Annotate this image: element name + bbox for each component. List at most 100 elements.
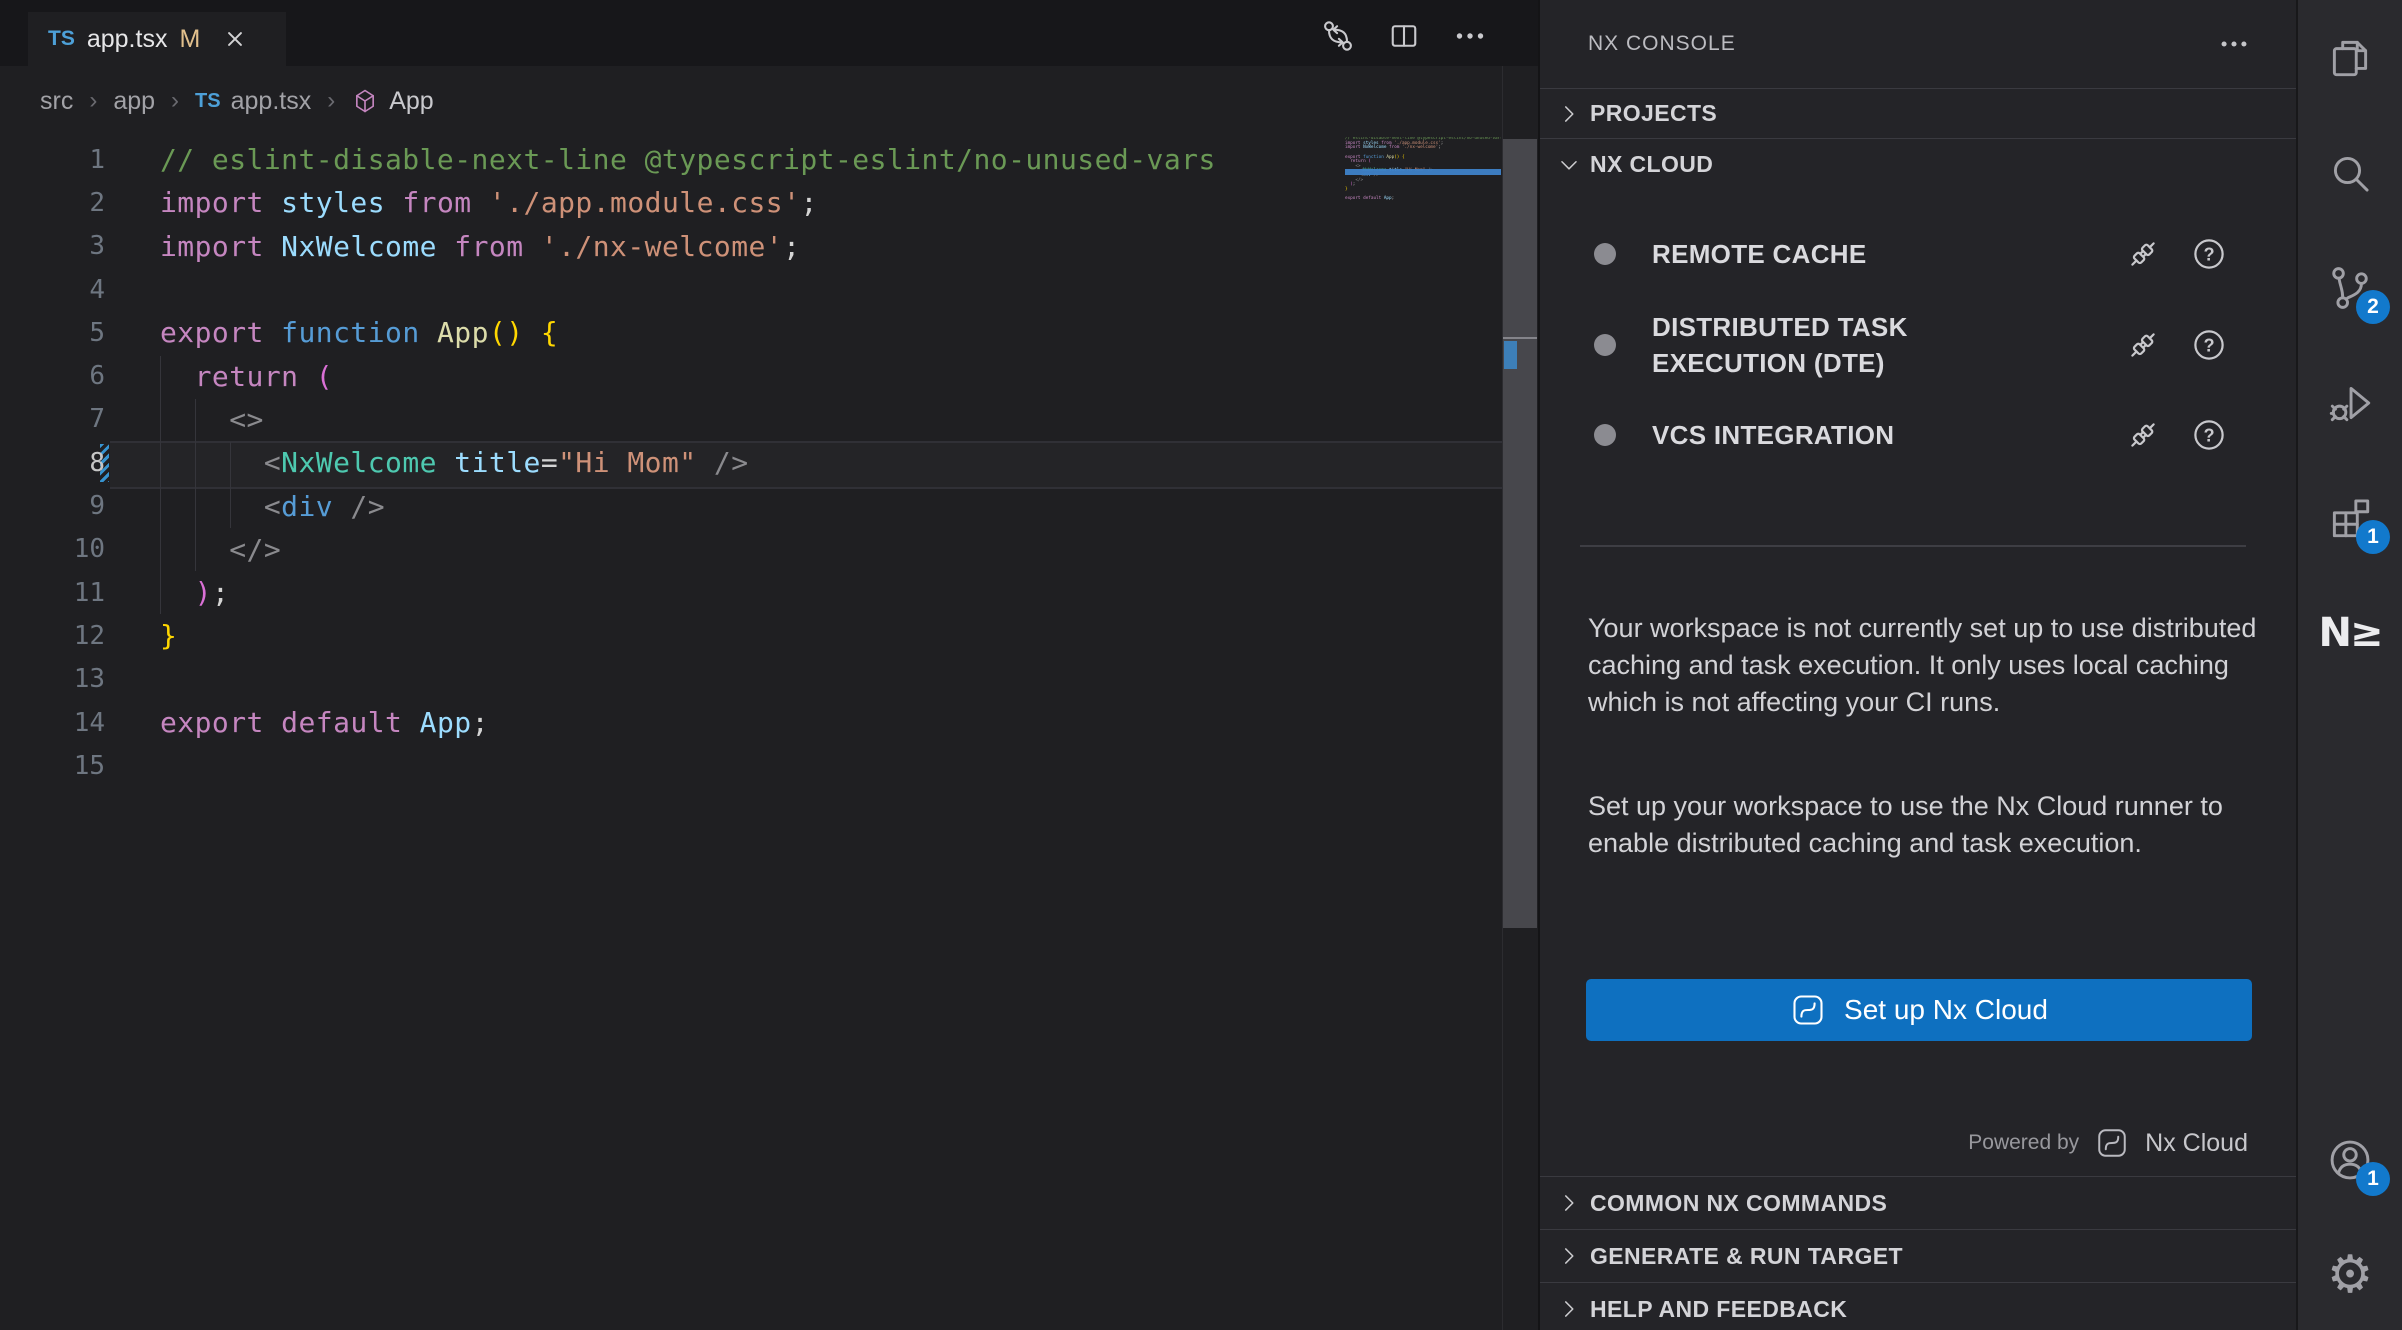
section-projects[interactable]: PROJECTS [1540,88,2296,138]
more-actions-icon[interactable] [2212,22,2256,66]
line-number: 4 [0,275,105,305]
editor-scrollbar[interactable] [1503,139,1537,928]
connect-plug-icon[interactable] [2124,326,2162,364]
tab-app-tsx[interactable]: TS app.tsx M [28,12,286,66]
chevron-right-icon: › [171,87,179,115]
settings-gear-icon: ⚙ [2327,1249,2374,1301]
breadcrumb-symbol[interactable]: App [389,87,433,116]
code-line: 1// eslint-disable-next-line @typescript… [0,138,1538,181]
nx-cloud-logo-icon [1790,992,1826,1028]
line-number: 13 [0,664,105,694]
code-line: 10 </> [0,528,1538,571]
status-bullet [1594,424,1616,446]
typescript-file-icon: TS [48,27,75,51]
activity-item-source-control[interactable]: 2 [2298,230,2402,345]
feature-label: VCS INTEGRATION [1652,417,1894,453]
svg-text:?: ? [2203,244,2214,264]
code-line: 5export function App() { [0,311,1538,354]
chevron-right-icon [1556,1296,1582,1322]
connect-plug-icon[interactable] [2124,235,2162,273]
code-line: 13 [0,658,1538,701]
line-number: 10 [0,534,105,564]
open-changes-icon[interactable] [1316,14,1360,58]
section-label: GENERATE & RUN TARGET [1590,1243,1903,1270]
breadcrumb-app[interactable]: app [113,87,155,116]
nx-console-panel: NX CONSOLE PROJECTS NX CLOUD REMOTE CACH… [1538,0,2296,1330]
feature-dte: DISTRIBUTED TASK EXECUTION (DTE) ? [1568,309,2256,381]
section-common-nx-commands[interactable]: COMMON NX COMMANDS [1540,1176,2296,1229]
line-number: 2 [0,188,105,218]
line-number: 8 [0,448,105,478]
code-line: 3import NxWelcome from './nx-welcome'; [0,225,1538,268]
panel-title: NX CONSOLE [1588,0,1736,88]
breadcrumb-file[interactable]: app.tsx [231,87,312,116]
help-question-icon[interactable]: ? [2190,326,2228,364]
line-number: 14 [0,708,105,738]
line-number: 9 [0,491,105,521]
help-question-icon[interactable]: ? [2190,235,2228,273]
section-help-and-feedback[interactable]: HELP AND FEEDBACK [1540,1282,2296,1330]
code-line: 8 <NxWelcome title="Hi Mom" /> [0,441,1538,484]
section-label: NX CLOUD [1590,151,1713,178]
line-number: 15 [0,751,105,781]
section-label: COMMON NX COMMANDS [1590,1190,1887,1217]
section-nx-cloud[interactable]: NX CLOUD [1540,138,2296,190]
typescript-file-icon: TS [195,90,221,113]
notification-badge: 1 [2356,1162,2390,1196]
nx-cloud-logo-icon [2095,1126,2129,1160]
section-generate-run-target[interactable]: GENERATE & RUN TARGET [1540,1229,2296,1282]
activity-item-nx-console[interactable]: N≥ [2298,575,2402,690]
powered-by: Powered by Nx Cloud [1968,1120,2248,1166]
line-number: 7 [0,404,105,434]
svg-text:?: ? [2203,425,2214,445]
feature-label: REMOTE CACHE [1652,236,1867,272]
workspace-status-text: Your workspace is not currently set up t… [1588,610,2258,721]
line-number: 1 [0,145,105,175]
activity-item-extensions[interactable]: 1 [2298,460,2402,575]
button-label: Set up Nx Cloud [1844,994,2048,1026]
editor-area[interactable]: TS app.tsx M src › app › TS app.tsx › Ap… [0,0,1538,1330]
code-line: 11 ); [0,571,1538,614]
code-line: 7 <> [0,398,1538,441]
setup-nx-cloud-button[interactable]: Set up Nx Cloud [1586,979,2252,1041]
line-number: 6 [0,361,105,391]
code-line: 14export default App; [0,701,1538,744]
close-icon[interactable] [222,26,248,52]
breadcrumb-src[interactable]: src [40,87,73,116]
code-line: 12} [0,614,1538,657]
split-editor-icon[interactable] [1382,14,1426,58]
debug-icon [2325,378,2375,428]
code-line: 4 [0,268,1538,311]
line-number: 12 [0,621,105,651]
activity-item-settings[interactable]: ⚙ [2298,1217,2402,1330]
feature-remote-cache: REMOTE CACHE ? [1568,228,2256,280]
activity-item-search[interactable] [2298,115,2402,230]
code-line: 9 <div /> [0,484,1538,527]
feature-label: DISTRIBUTED TASK EXECUTION (DTE) [1652,309,2002,381]
activity-item-run-debug[interactable] [2298,345,2402,460]
line-number: 11 [0,578,105,608]
activity-item-accounts[interactable]: 1 [2298,1102,2402,1217]
chevron-right-icon: › [327,87,335,115]
connect-plug-icon[interactable] [2124,416,2162,454]
minimap-line [1345,202,1501,207]
panel-title-bar: NX CONSOLE [1540,0,2296,88]
editor-actions [1316,14,1492,58]
code-editor[interactable]: 1 // eslint-disable-next-line @typescript… [0,138,1538,787]
section-label: PROJECTS [1590,100,1717,127]
code-line: 2import styles from './app.module.css'; [0,181,1538,224]
more-actions-icon[interactable] [1448,14,1492,58]
tab-title: app.tsx [87,25,168,54]
code-line: 15 [0,744,1538,787]
notification-badge: 1 [2356,520,2390,554]
status-bullet [1594,243,1616,265]
svg-text:?: ? [2203,335,2214,355]
line-number: 5 [0,318,105,348]
modified-indicator: M [179,25,200,54]
help-question-icon[interactable]: ? [2190,416,2228,454]
minimap[interactable]: // eslint-disable-next-line @typescript-… [1345,137,1501,257]
divider [1580,545,2246,547]
overview-ruler-current-line-marker [1503,337,1537,339]
chevron-right-icon: › [89,87,97,115]
activity-item-explorer[interactable] [2298,0,2402,115]
